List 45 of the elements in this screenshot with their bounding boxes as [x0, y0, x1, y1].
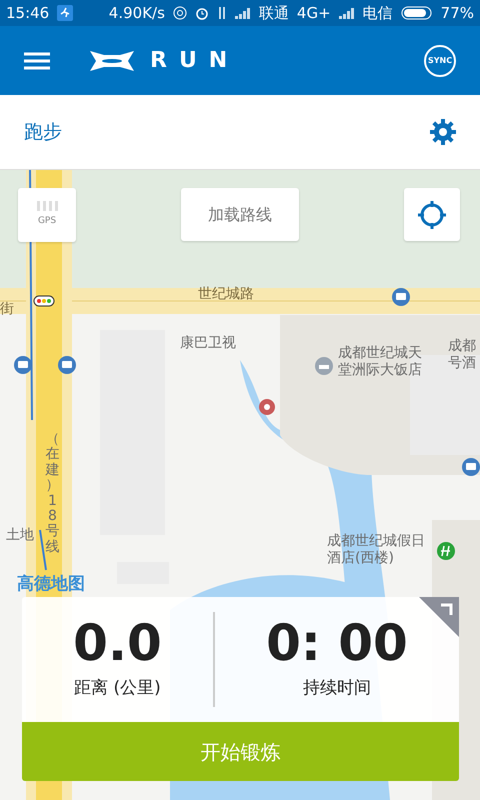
- gps-signal-icon: [36, 201, 58, 212]
- duration-value: 0: 00: [266, 618, 408, 668]
- network-type-text: 4G+: [296, 2, 331, 24]
- gps-button[interactable]: GPS: [18, 188, 76, 242]
- bus-stop-icon: [14, 356, 32, 374]
- place-label: 土地: [6, 527, 34, 544]
- place-label: 成都世纪城天堂洲际大饭店: [338, 345, 423, 379]
- data-arrows-icon: [216, 6, 227, 20]
- signal-icon: [338, 7, 355, 19]
- clock-text: 15:46: [6, 2, 50, 24]
- network-speed-text: 4.90K/s: [108, 2, 165, 24]
- alarm-icon: [194, 6, 209, 20]
- running-person-icon: [57, 5, 74, 21]
- load-route-button[interactable]: 加载路线: [181, 188, 299, 241]
- road-label: 世纪城路: [198, 286, 254, 303]
- map-attribution: 高德地图: [17, 574, 85, 594]
- sync-button[interactable]: SYNC: [424, 44, 456, 76]
- hotel-logo-icon: [437, 542, 455, 560]
- settings-icon[interactable]: [430, 119, 456, 145]
- place-label: 成都号酒: [448, 338, 477, 372]
- road-label: 街: [0, 301, 14, 318]
- menu-icon[interactable]: [24, 50, 50, 70]
- duration-label: 持续时间: [302, 676, 371, 700]
- signal-icon: [234, 7, 251, 19]
- bus-stop-icon: [392, 288, 410, 306]
- place-label: 康巴卫视: [180, 335, 236, 352]
- crosshair-icon: [417, 200, 447, 230]
- hotspot-icon: [172, 6, 187, 20]
- bus-stop-icon: [58, 356, 76, 374]
- traffic-light-icon: [33, 295, 55, 307]
- distance-value: 0.0: [73, 618, 162, 668]
- logo-icon: [90, 48, 134, 72]
- battery-percent-text: 77%: [440, 2, 474, 24]
- pin-icon: [259, 399, 275, 415]
- carrier-text: 电信: [362, 2, 393, 24]
- line-label: （在建）18号线: [44, 432, 60, 556]
- app-title: RUN: [150, 47, 240, 75]
- locate-button[interactable]: [404, 188, 460, 241]
- bus-stop-icon: [462, 458, 480, 476]
- activity-title[interactable]: 跑步: [24, 118, 62, 146]
- hotel-icon: [315, 357, 333, 375]
- distance-label: 距离 (公里): [74, 676, 161, 700]
- battery-icon: [400, 6, 433, 20]
- expand-corner-icon[interactable]: [419, 597, 459, 637]
- carrier-text: 联通: [258, 2, 289, 24]
